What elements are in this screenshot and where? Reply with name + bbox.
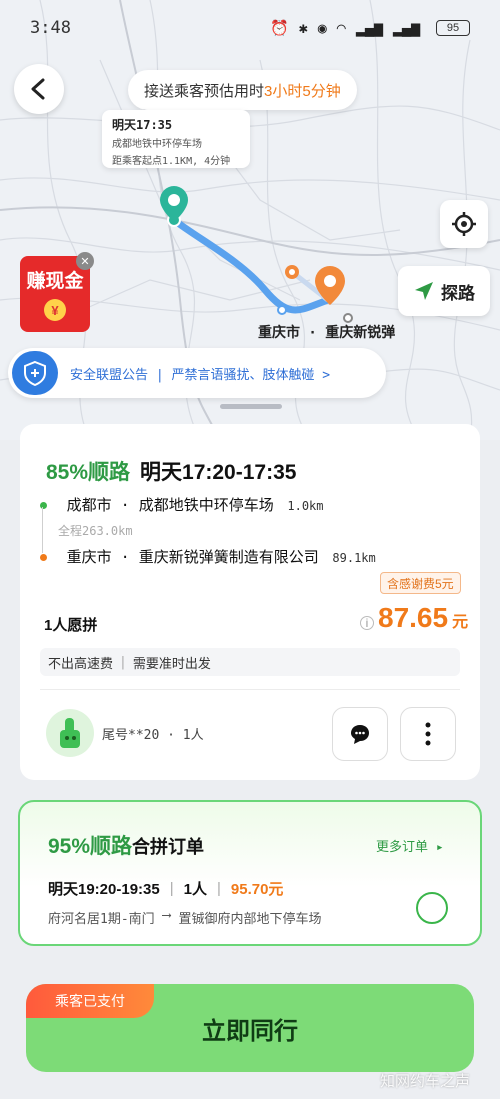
total-distance: 全程263.0km [58, 524, 133, 538]
destination-pin-icon [315, 266, 345, 305]
divider [40, 689, 460, 690]
pool-order-title: 95%顺路合拼订单 [48, 830, 204, 860]
battery-icon: 95 [436, 20, 470, 36]
shield-icon [12, 351, 58, 395]
eta-banner: 接送乘客预估用时 3小时5分钟 [128, 70, 357, 110]
note-item: 不出高速费 [48, 656, 114, 672]
trip-card[interactable]: 85%顺路 明天17:20-17:35 成都市 · 成都地铁中环停车场 1.0km… [20, 424, 480, 780]
destination-row: 重庆市 · 重庆新锐弹簧制造有限公司 89.1km [40, 546, 376, 567]
waypoint-pin-icon [285, 265, 299, 279]
back-button[interactable] [14, 64, 64, 114]
more-orders-link[interactable]: 更多订单 ▸ [376, 836, 444, 855]
price-unit: 元 [452, 614, 469, 631]
destination-distance: 89.1km [332, 551, 376, 565]
pool-select-radio[interactable] [416, 892, 448, 924]
pickup-pin-icon [160, 186, 188, 222]
thanks-fee-tag: 含感谢费5元 [380, 572, 461, 594]
location-icon: ◉ [317, 19, 327, 37]
signal-icon-2: ▂▄▆ [392, 19, 420, 37]
bluetooth-icon: ✱ [298, 19, 308, 37]
passenger-info: 尾号**20 · 1人 [102, 728, 204, 743]
more-options-button[interactable] [400, 707, 456, 761]
route-line [170, 216, 332, 314]
message-button[interactable] [332, 707, 388, 761]
close-icon[interactable]: ✕ [76, 252, 94, 270]
crosshair-icon [452, 212, 476, 236]
pickup-distance: 距乘客起点1.1KM, 4分钟 [112, 156, 231, 167]
chevron-left-icon [31, 78, 45, 100]
pool-amount: 95.70元 [230, 881, 284, 898]
note-item: 需要准时出发 [132, 656, 211, 672]
pickup-place: 成都地铁中环停车场 [112, 139, 202, 150]
eta-prefix: 接送乘客预估用时 [144, 82, 265, 100]
trip-time: 明天17:20-17:35 [140, 461, 297, 484]
pool-title-suffix: 合拼订单 [132, 837, 205, 857]
pool-to: 置铖御府内部地下停车场 [178, 912, 322, 927]
price-value: 87.65 [378, 602, 449, 633]
arrow-right-icon: ⟶ [162, 908, 171, 923]
pool-route: 府河名居1期-南门 ⟶ 置铖御府内部地下停车场 [48, 908, 322, 927]
pickup-time: 明天17:35 [112, 118, 173, 132]
locate-button[interactable] [440, 200, 488, 248]
map-view[interactable]: 3:48 ⏰ ✱ ◉ ◠ ▂▄▆ ▂▄▆ 95 接送乘客预估用时 3小时5分钟 … [0, 0, 500, 440]
pickup-info-card: 明天17:35 成都地铁中环停车场 距乘客起点1.1KM, 4分钟 [102, 110, 250, 168]
pool-order-summary: 明天19:20-19:35 | 1人 | 95.70元 [48, 880, 284, 898]
pool-count: 1人 [183, 881, 207, 898]
status-bar: 3:48 ⏰ ✱ ◉ ◠ ▂▄▆ ▂▄▆ 95 [0, 0, 500, 56]
pool-match-percent: 95%顺路 [48, 835, 133, 858]
trip-header: 85%顺路 明天17:20-17:35 [46, 456, 296, 486]
origin-distance: 1.0km [287, 499, 324, 513]
earn-cash-label: 赚现金 [26, 271, 84, 292]
destination-map-label: 重庆市 · 重庆新锐弹 [258, 325, 396, 341]
join-now-label: 立即同行 [202, 1016, 298, 1045]
more-vertical-icon [425, 722, 431, 746]
pool-willing-label: 1人愿拼 [44, 617, 98, 634]
status-time: 3:48 [30, 18, 71, 38]
watermark: 知网约车之声 [380, 1073, 471, 1090]
price[interactable]: i 87.65 元 [360, 602, 468, 634]
pool-time: 明天19:20-19:35 [48, 881, 160, 898]
drag-handle[interactable] [220, 404, 282, 409]
match-percent: 85%顺路 [46, 461, 131, 484]
explore-route-button[interactable]: 探路 [398, 266, 490, 316]
pool-from: 府河名居1期-南门 [48, 912, 155, 927]
passenger-paid-tag: 乘客已支付 [26, 984, 154, 1018]
coin-icon: ¥ [44, 299, 66, 321]
chat-bubble-icon [351, 725, 369, 744]
thumbs-up-avatar-icon [60, 718, 80, 748]
explore-label: 探路 [441, 283, 475, 303]
info-icon[interactable]: i [360, 616, 374, 630]
avatar[interactable] [46, 709, 94, 757]
origin-address: 成都市 · 成都地铁中环停车场 [66, 496, 274, 514]
origin-row: 成都市 · 成都地铁中环停车场 1.0km [40, 494, 324, 515]
alarm-icon: ⏰ [270, 19, 289, 37]
trip-notes: 不出高速费 | 需要准时出发 [40, 648, 460, 676]
safety-notice-text: 安全联盟公告 | 严禁言语骚扰、肢体触碰 > [70, 367, 331, 383]
eta-value: 3小时5分钟 [264, 82, 341, 100]
navigate-arrow-icon [415, 282, 433, 300]
wifi-icon: ◠ [336, 19, 346, 37]
destination-address: 重庆市 · 重庆新锐弹簧制造有限公司 [66, 548, 319, 566]
safety-notice-bar[interactable]: 安全联盟公告 | 严禁言语骚扰、肢体触碰 > [8, 348, 386, 398]
destination-dot-icon [40, 554, 47, 561]
signal-icon: ▂▄▆ [355, 19, 383, 37]
pool-order-card[interactable]: 95%顺路合拼订单 更多订单 ▸ 明天19:20-19:35 | 1人 | 95… [18, 800, 482, 946]
